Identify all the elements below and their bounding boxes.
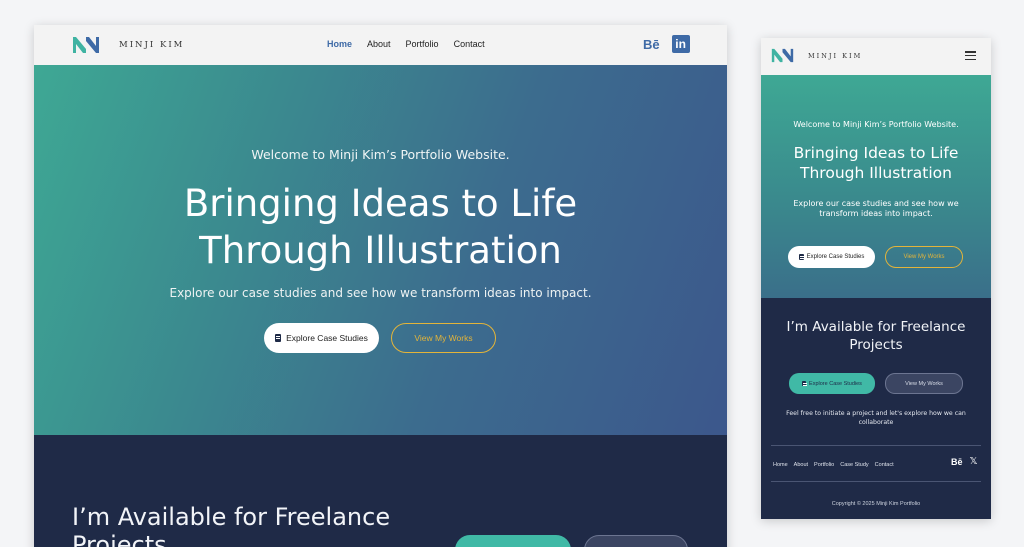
mobile-brand-name: MINJI KIM: [808, 51, 863, 60]
mobile-freelance-explore-label: Explore Case Studies: [809, 380, 862, 387]
hero-title: Bringing Ideas to Life Through Illustrat…: [183, 182, 578, 272]
document-icon: [802, 381, 808, 386]
footer-link-portfolio[interactable]: Portfolio: [814, 462, 834, 468]
mobile-mockup: MINJI KIM Welcome to Minji Kim’s Portfol…: [761, 38, 991, 519]
mobile-freelance-description: Feel free to initiate a project and let'…: [786, 410, 966, 426]
mobile-view-my-works-button[interactable]: View My Works: [885, 246, 963, 268]
desktop-nav-links: Home About Portfolio Contact: [327, 39, 485, 49]
brand-logo[interactable]: MINJI KIM: [72, 36, 184, 54]
nav-link-home[interactable]: Home: [327, 39, 352, 49]
freelance-explore-button[interactable]: [455, 535, 571, 547]
mobile-hero-subtitle: Explore our case studies and see how we …: [793, 199, 959, 218]
desktop-hero: Welcome to Minji Kim’s Portfolio Website…: [34, 65, 727, 435]
linkedin-icon[interactable]: in: [671, 35, 690, 53]
nav-link-contact[interactable]: Contact: [454, 39, 485, 49]
desktop-freelance-section: I’m Available for Freelance Projects: [34, 435, 727, 547]
desktop-mockup: MINJI KIM Home About Portfolio Contact B…: [34, 25, 727, 547]
hamburger-menu-icon[interactable]: [965, 51, 976, 61]
logo-icon: [771, 48, 794, 63]
desktop-social-links: Bē in: [643, 35, 690, 53]
desktop-navbar: MINJI KIM Home About Portfolio Contact B…: [34, 25, 727, 65]
freelance-title: I’m Available for Freelance Projects: [72, 503, 391, 547]
explore-case-studies-label: Explore Case Studies: [286, 333, 368, 343]
x-icon[interactable]: 𝕏: [970, 457, 978, 467]
view-my-works-label: View My Works: [414, 333, 473, 343]
footer-link-about[interactable]: About: [794, 462, 808, 468]
behance-icon[interactable]: Bē: [643, 38, 660, 51]
mobile-explore-label: Explore Case Studies: [806, 254, 865, 260]
mobile-explore-case-studies-button[interactable]: Explore Case Studies: [788, 246, 875, 268]
logo-icon: [73, 37, 99, 53]
behance-icon[interactable]: Bē: [951, 457, 963, 467]
freelance-view-works-button[interactable]: [584, 535, 688, 547]
mobile-freelance-section: I’m Available for Freelance Projects Exp…: [761, 298, 991, 519]
footer-copyright: Copyright © 2025 Minji Kim Portfolio: [831, 501, 921, 507]
footer-link-home[interactable]: Home: [773, 462, 788, 468]
explore-case-studies-button[interactable]: Explore Case Studies: [264, 323, 379, 353]
footer-divider-top: [771, 445, 981, 446]
mobile-hero-welcome: Welcome to Minji Kim’s Portfolio Website…: [793, 120, 959, 129]
footer-link-case-study[interactable]: Case Study: [840, 462, 868, 468]
footer-link-contact[interactable]: Contact: [875, 462, 894, 468]
mobile-view-works-label: View My Works: [903, 254, 945, 260]
brand-name: MINJI KIM: [119, 40, 185, 50]
mobile-hero: Welcome to Minji Kim’s Portfolio Website…: [761, 75, 991, 298]
mobile-brand-logo[interactable]: MINJI KIM: [771, 48, 862, 63]
document-icon: [798, 254, 804, 260]
hero-subtitle: Explore our case studies and see how we …: [169, 286, 592, 300]
nav-link-about[interactable]: About: [367, 39, 391, 49]
nav-link-portfolio[interactable]: Portfolio: [406, 39, 439, 49]
footer-nav-links: Home About Portfolio Case Study Contact: [773, 462, 894, 468]
document-icon: [275, 334, 282, 342]
footer-social-links: Bē 𝕏: [951, 457, 978, 467]
view-my-works-button[interactable]: View My Works: [391, 323, 496, 353]
mobile-freelance-explore-button[interactable]: Explore Case Studies: [789, 373, 875, 394]
footer-divider-bottom: [771, 481, 981, 482]
mobile-freelance-title: I’m Available for Freelance Projects: [786, 319, 966, 353]
mobile-freelance-view-works-label: View My Works: [905, 380, 943, 387]
mobile-navbar: MINJI KIM: [761, 38, 991, 75]
mobile-hero-title: Bringing Ideas to Life Through Illustrat…: [793, 144, 959, 182]
mobile-freelance-view-works-button[interactable]: View My Works: [885, 373, 963, 394]
hero-welcome: Welcome to Minji Kim’s Portfolio Website…: [251, 147, 510, 162]
